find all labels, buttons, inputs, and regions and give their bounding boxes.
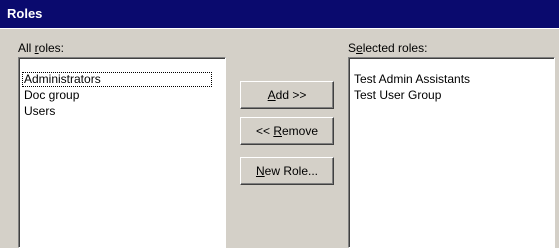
add-button[interactable]: Add >>: [240, 81, 334, 109]
new-role-button[interactable]: New Role...: [240, 157, 334, 185]
list-item[interactable]: Test Admin Assistants: [352, 72, 472, 87]
remove-button[interactable]: << Remove: [240, 117, 334, 145]
selected-roles-listbox[interactable]: Test Admin Assistants Test User Group: [348, 57, 555, 248]
list-item[interactable]: Users: [22, 104, 57, 119]
list-item[interactable]: Administrators: [22, 72, 212, 87]
window-title: Roles: [7, 6, 43, 21]
title-bar: Roles: [0, 0, 559, 29]
list-item[interactable]: Test User Group: [352, 88, 443, 103]
all-roles-listbox[interactable]: Administrators Doc group Users: [18, 57, 226, 248]
all-roles-label: All roles:: [18, 41, 65, 55]
list-item[interactable]: Doc group: [22, 88, 81, 103]
roles-dialog: Roles All roles: Administrators Doc grou…: [0, 0, 559, 248]
selected-roles-label: Selected roles:: [348, 41, 428, 55]
